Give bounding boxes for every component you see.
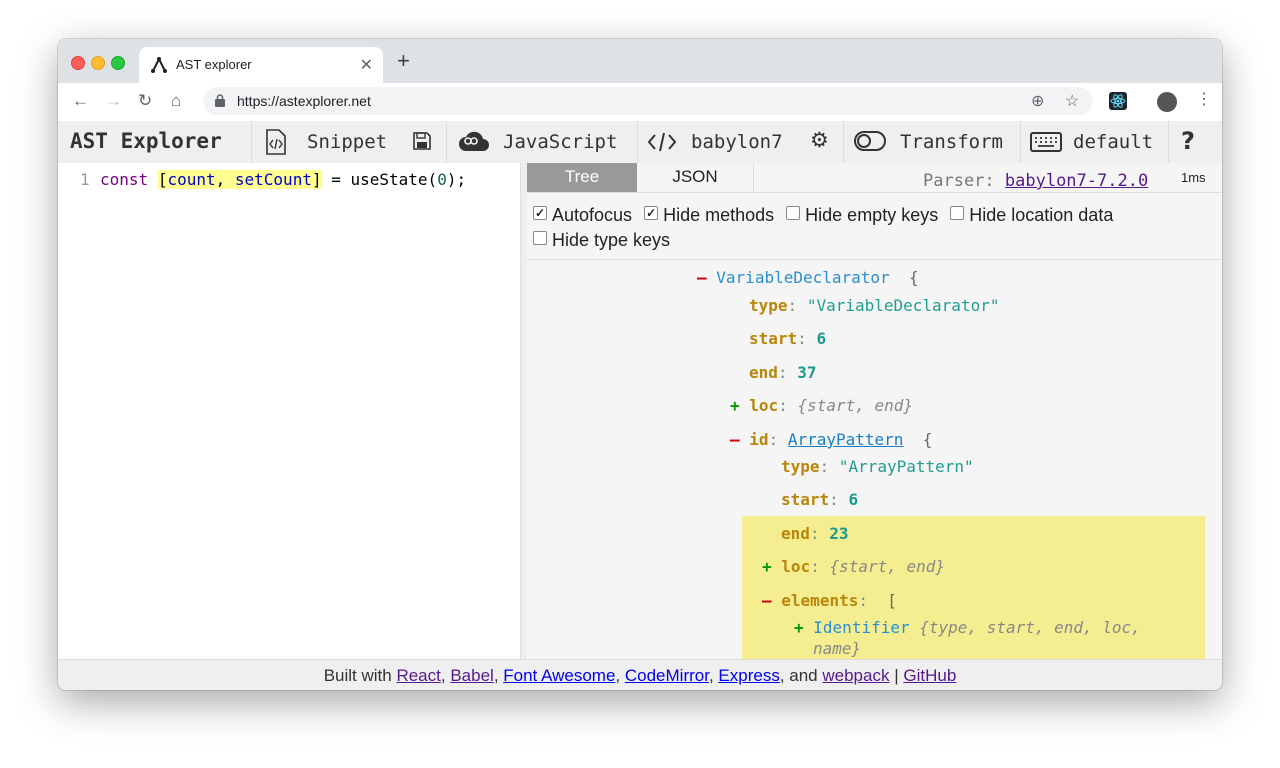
address-bar[interactable]: https://astexplorer.net ⊕ ☆ — [203, 87, 1093, 115]
transform-label: Transform — [900, 131, 1003, 153]
github-link[interactable]: GitHub — [903, 666, 956, 685]
code-editor[interactable]: 1 const [count, setCount] = useState(0); — [58, 163, 520, 659]
toggle-icon — [854, 131, 886, 151]
close-tab-icon[interactable]: ✕ — [360, 55, 373, 75]
zoom-icon[interactable]: ⊕ — [1031, 91, 1044, 111]
tab-strip: AST explorer ✕ + — [58, 39, 1222, 83]
language-label: JavaScript — [503, 131, 618, 153]
url-text: https://astexplorer.net — [237, 93, 371, 109]
help-button[interactable]: ? — [1168, 121, 1222, 163]
browser-tab[interactable]: AST explorer ✕ — [139, 47, 383, 83]
keyword-const: const — [100, 170, 149, 189]
maximize-window-button[interactable] — [111, 56, 125, 70]
browser-window: AST explorer ✕ + ← → ↻ ⌂ https://astexpl… — [58, 39, 1222, 690]
bookmark-star-icon[interactable]: ☆ — [1065, 91, 1079, 111]
transform-toggle[interactable]: Transform — [843, 121, 1020, 163]
output-tabs: Tree JSON Parser: babylon7-7.2.0 1ms — [527, 163, 1222, 193]
option-autofocus[interactable]: Autofocus — [533, 201, 632, 228]
checkbox[interactable] — [644, 201, 659, 226]
back-arrow-icon[interactable]: ← — [72, 91, 89, 111]
app-toolbar: AST Explorer Snippet JavaScript babylon7… — [58, 121, 1222, 164]
gear-icon[interactable]: ⚙ — [810, 128, 829, 152]
tree-id-loc[interactable]: + loc: {start, end} — [762, 557, 945, 576]
tree-options: Autofocus Hide methods Hide empty keys H… — [533, 201, 1213, 253]
snippet-label: Snippet — [307, 131, 388, 153]
home-icon[interactable]: ⌂ — [171, 91, 181, 111]
parser-label: babylon7 — [691, 131, 783, 153]
tree-prop-id[interactable]: – id: ArrayPattern { — [730, 430, 932, 449]
line-number: 1 — [80, 170, 90, 189]
language-menu[interactable]: JavaScript — [446, 121, 633, 163]
keymap-menu[interactable]: default — [1020, 121, 1168, 163]
react-devtools-extension-icon[interactable] — [1109, 92, 1127, 110]
tree-id-start: start: 6 — [781, 490, 859, 509]
footer: Built with React, Babel, Font Awesome, C… — [58, 659, 1222, 690]
lock-icon — [215, 94, 225, 107]
express-link[interactable]: Express — [718, 666, 779, 685]
tree-prop-end: end: 37 — [749, 363, 817, 382]
keyboard-icon — [1030, 132, 1062, 152]
profile-avatar[interactable] — [1157, 92, 1177, 112]
browser-toolbar: ← → ↻ ⌂ https://astexplorer.net ⊕ ☆ ⋮ — [58, 83, 1222, 122]
babel-link[interactable]: Babel — [450, 666, 493, 685]
react-link[interactable]: React — [396, 666, 440, 685]
tree-element-summary-cont: name} — [813, 639, 862, 658]
option-hide-empty-keys[interactable]: Hide empty keys — [786, 203, 938, 228]
save-icon[interactable] — [413, 132, 431, 150]
parser-info: Parser: babylon7-7.2.0 — [923, 171, 1149, 191]
close-window-button[interactable] — [71, 56, 85, 70]
checkbox[interactable] — [786, 206, 801, 220]
reload-icon[interactable]: ↻ — [138, 91, 152, 111]
parser-menu[interactable]: babylon7 ⚙ — [637, 121, 843, 163]
parser-version-link[interactable]: babylon7-7.2.0 — [1005, 171, 1148, 191]
codemirror-link[interactable]: CodeMirror — [625, 666, 709, 685]
tree-id-type: type: "ArrayPattern" — [781, 457, 974, 476]
new-tab-button[interactable]: + — [397, 50, 410, 72]
minimize-window-button[interactable] — [91, 56, 105, 70]
highlighted-array-pattern: [count, setCount] — [157, 170, 322, 189]
tree-element-identifier[interactable]: + Identifier {type, start, end, loc, — [794, 618, 1141, 637]
tree-id-end: end: 23 — [781, 524, 849, 543]
forward-arrow-icon[interactable]: → — [105, 91, 122, 111]
code-line[interactable]: const [count, setCount] = useState(0); — [100, 170, 466, 189]
checkbox[interactable] — [533, 201, 547, 226]
option-hide-type-keys[interactable]: Hide type keys — [533, 228, 670, 253]
tree-id-elements[interactable]: – elements: [ — [762, 591, 897, 610]
ast-favicon-icon — [151, 57, 167, 73]
checkbox[interactable] — [950, 206, 965, 220]
tab-tree[interactable]: Tree — [527, 163, 637, 192]
code-brackets-icon — [647, 132, 677, 152]
browser-menu-icon[interactable]: ⋮ — [1196, 91, 1212, 109]
snippet-menu[interactable]: Snippet — [251, 121, 442, 163]
tree-prop-start: start: 6 — [749, 329, 827, 348]
output-panel: Tree JSON Parser: babylon7-7.2.0 1ms Aut… — [527, 163, 1222, 659]
array-pattern-link[interactable]: ArrayPattern — [788, 430, 904, 449]
tab-title: AST explorer — [176, 57, 252, 72]
option-hide-location-data[interactable]: Hide location data — [950, 203, 1113, 228]
parse-time: 1ms — [1181, 170, 1206, 185]
tree-prop-type: type: "VariableDeclarator" — [749, 296, 1000, 315]
keymap-label: default — [1073, 131, 1154, 153]
ast-tree: – VariableDeclarator { type: "VariableDe… — [527, 260, 1222, 659]
checkbox[interactable] — [533, 231, 547, 245]
app-title: AST Explorer — [70, 129, 222, 153]
tree-node-root[interactable]: – VariableDeclarator { — [697, 268, 919, 287]
font-awesome-link[interactable]: Font Awesome — [503, 666, 615, 685]
option-hide-methods[interactable]: Hide methods — [644, 201, 774, 228]
webpack-link[interactable]: webpack — [822, 666, 889, 685]
tab-json[interactable]: JSON — [637, 163, 754, 192]
help-icon: ? — [1181, 127, 1195, 155]
cloud-icon — [459, 131, 489, 151]
code-file-icon — [266, 129, 286, 155]
tree-prop-loc[interactable]: + loc: {start, end} — [730, 396, 913, 415]
